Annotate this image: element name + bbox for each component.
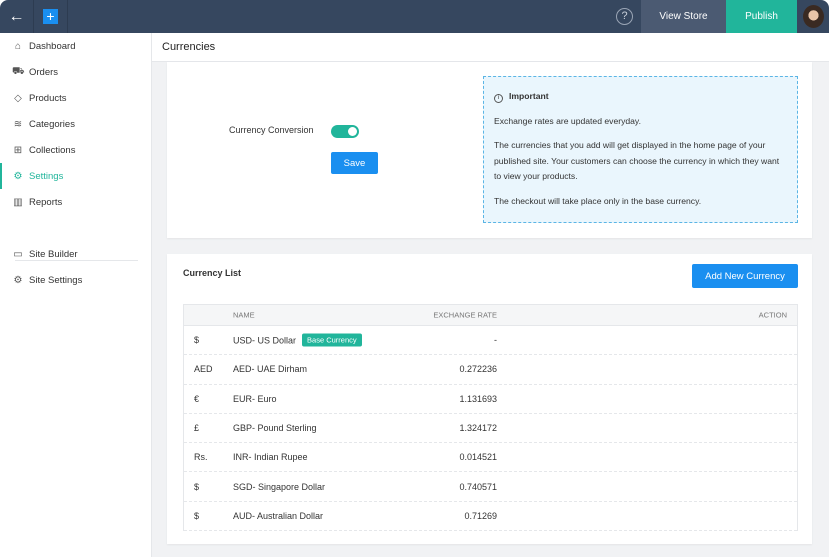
- sidebar-item-collections[interactable]: ⊞ Collections: [0, 137, 151, 163]
- important-info-box: i Important Exchange rates are updated ev…: [483, 76, 798, 223]
- sidebar-item-site-settings[interactable]: ⚙ Site Settings: [0, 267, 151, 293]
- table-row[interactable]: € EUR- Euro 1.131693: [184, 385, 797, 414]
- info-line: The checkout will take place only in the…: [494, 195, 702, 206]
- sidebar-item-label: Reports: [29, 196, 63, 208]
- layers-icon: ≋: [13, 118, 23, 130]
- back-arrow-icon[interactable]: ←: [0, 0, 34, 33]
- help-icon[interactable]: ?: [616, 8, 633, 25]
- currency-symbol: $: [194, 335, 200, 346]
- currency-list-title: Currency List: [183, 268, 242, 278]
- currency-conversion-label: Currency Conversion: [229, 125, 314, 135]
- divider: [67, 0, 68, 33]
- add-new-currency-button[interactable]: Add New Currency: [692, 264, 798, 288]
- currency-symbol: $: [194, 510, 200, 521]
- tag-icon: ◇: [14, 92, 22, 104]
- table-row[interactable]: Rs. INR- Indian Rupee 0.014521: [184, 443, 797, 473]
- sidebar-item-settings[interactable]: ⚙ Settings: [0, 163, 151, 189]
- avatar[interactable]: [803, 5, 824, 28]
- exchange-rate: 1.131693: [459, 393, 497, 404]
- info-line: The currencies that you add will get dis…: [494, 140, 780, 181]
- view-store-button[interactable]: View Store: [641, 0, 726, 33]
- exchange-rate: 0.71269: [464, 510, 497, 521]
- bar-chart-icon: ▥: [13, 196, 23, 208]
- sidebar-item-categories[interactable]: ≋ Categories: [0, 111, 151, 137]
- table-row[interactable]: $ SGD- Singapore Dollar 0.740571: [184, 472, 797, 502]
- exchange-rate: 0.014521: [459, 452, 497, 463]
- page-title: Currencies: [152, 33, 829, 62]
- currency-name: EUR- Euro: [233, 393, 277, 404]
- sidebar-item-reports[interactable]: ▥ Reports: [0, 189, 151, 215]
- home-icon: ⌂: [14, 40, 22, 52]
- currency-symbol: $: [194, 481, 200, 492]
- sidebar-item-products[interactable]: ◇ Products: [0, 85, 151, 111]
- exchange-rate: 0.740571: [459, 481, 497, 492]
- sidebar-item-label: Dashboard: [29, 40, 76, 52]
- info-title: Important: [509, 91, 549, 101]
- sidebar-item-label: Collections: [29, 144, 76, 156]
- save-button[interactable]: Save: [331, 152, 378, 174]
- table-row[interactable]: $ AUD- Australian Dollar 0.71269: [184, 502, 797, 532]
- table-row[interactable]: £ GBP- Pound Sterling 1.324172: [184, 414, 797, 444]
- sidebar-item-label: Orders: [29, 66, 59, 78]
- currency-name: USD- US Dollar: [233, 335, 297, 346]
- table-row[interactable]: $ USD- US Dollar Base Currency -: [184, 326, 797, 356]
- header-exchange-rate: EXCHANGE RATE: [433, 310, 497, 320]
- currency-conversion-toggle[interactable]: [331, 125, 359, 138]
- currency-name: AED- UAE Dirham: [233, 364, 308, 375]
- sidebar-item-label: Categories: [29, 118, 75, 130]
- header-action: ACTION: [758, 310, 787, 320]
- sidebar-item-label: Products: [29, 92, 67, 104]
- currency-symbol: £: [194, 423, 200, 434]
- sidebar: ⌂ Dashboard ⛟ Orders ◇ Products ≋ Categories…: [0, 33, 152, 557]
- table-row[interactable]: AED AED- UAE Dirham 0.272236: [184, 355, 797, 385]
- currency-table: NAME EXCHANGE RATE ACTION $ USD- US Doll…: [183, 304, 798, 532]
- table-header: NAME EXCHANGE RATE ACTION: [184, 305, 797, 326]
- exchange-rate: -: [494, 335, 497, 346]
- exchange-rate: 1.324172: [459, 423, 497, 434]
- currency-name: GBP- Pound Sterling: [233, 423, 317, 434]
- info-icon: i: [494, 94, 503, 103]
- sidebar-item-site-builder[interactable]: ▭ Site Builder: [0, 241, 151, 267]
- sidebar-item-orders[interactable]: ⛟ Orders: [0, 59, 151, 85]
- sidebar-item-dashboard[interactable]: ⌂ Dashboard: [0, 33, 151, 59]
- sidebar-item-label: Settings: [29, 170, 64, 182]
- currency-symbol: €: [194, 393, 200, 404]
- cart-icon: ⛟: [12, 65, 25, 77]
- currency-symbol: Rs.: [194, 452, 208, 463]
- grid-plus-icon: ⊞: [13, 144, 23, 156]
- header-name: NAME: [233, 310, 255, 320]
- add-icon[interactable]: +: [43, 9, 58, 24]
- publish-button[interactable]: Publish: [726, 0, 797, 33]
- info-line: Exchange rates are updated everyday.: [494, 115, 641, 126]
- currency-name: SGD- Singapore Dollar: [233, 481, 326, 492]
- currency-name: AUD- Australian Dollar: [233, 510, 324, 521]
- sidebar-item-label: Site Settings: [29, 274, 83, 286]
- gear-icon: ⚙: [13, 170, 23, 182]
- base-currency-badge: Base Currency: [302, 333, 362, 347]
- sidebar-item-label: Site Builder: [29, 248, 78, 260]
- currency-symbol: AED: [194, 364, 213, 375]
- exchange-rate: 0.272236: [459, 364, 497, 375]
- site-builder-icon: ▭: [13, 248, 23, 260]
- top-bar: ← + ? View Store Publish: [0, 0, 829, 33]
- gear-icon: ⚙: [13, 274, 23, 286]
- currency-name: INR- Indian Rupee: [233, 452, 308, 463]
